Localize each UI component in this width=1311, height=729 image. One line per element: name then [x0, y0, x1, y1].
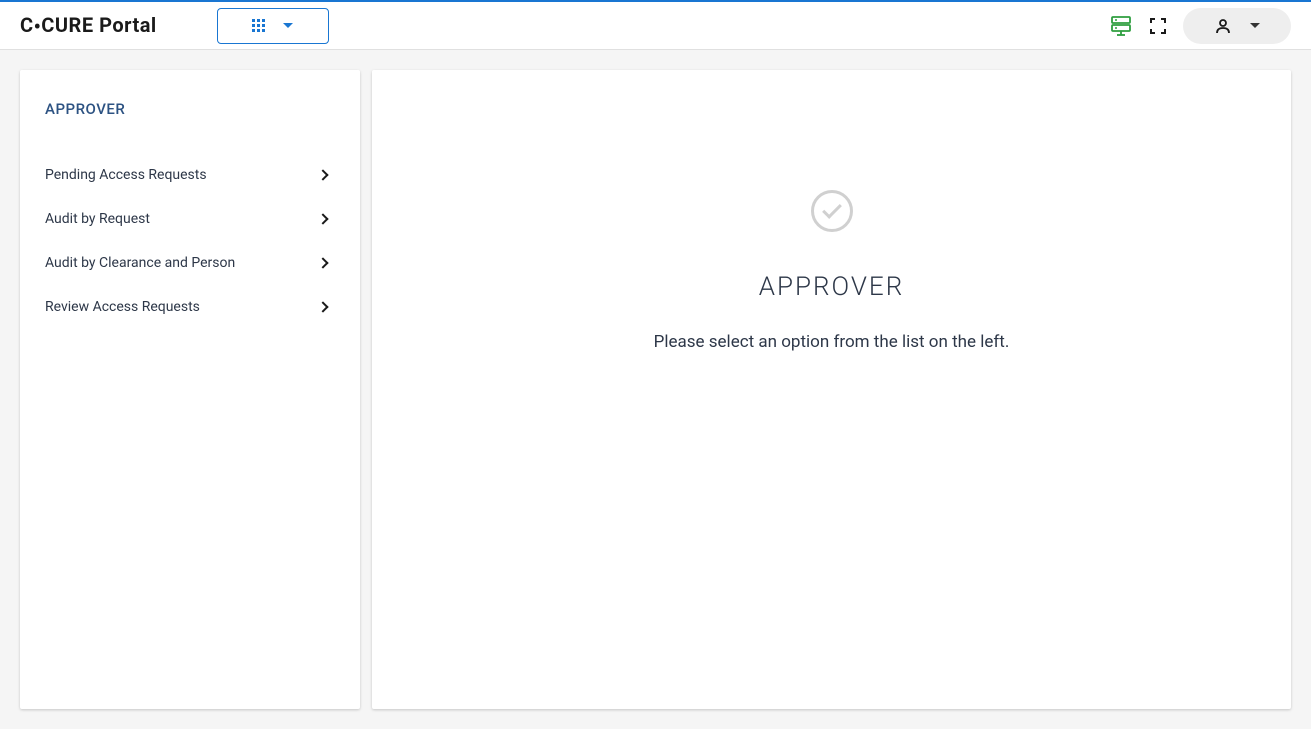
chevron-down-icon	[283, 23, 293, 28]
app-header: C•CURE Portal	[0, 0, 1311, 50]
apps-grid-icon	[252, 19, 265, 32]
sidebar-item-label: Audit by Request	[45, 211, 150, 227]
user-menu-dropdown[interactable]	[1183, 8, 1291, 44]
main-panel: APPROVER Please select an option from th…	[372, 70, 1291, 709]
header-right	[1111, 8, 1291, 44]
sidebar-item-audit-by-clearance-and-person[interactable]: Audit by Clearance and Person	[45, 241, 335, 285]
main-message: Please select an option from the list on…	[654, 332, 1010, 352]
check-circle-icon	[811, 190, 853, 232]
sidebar-item-label: Audit by Clearance and Person	[45, 255, 235, 271]
sidebar-item-review-access-requests[interactable]: Review Access Requests	[45, 285, 335, 329]
sidebar-item-label: Review Access Requests	[45, 299, 200, 315]
sidebar-item-pending-access-requests[interactable]: Pending Access Requests	[45, 153, 335, 197]
app-logo: C•CURE Portal	[20, 13, 157, 39]
fullscreen-icon[interactable]	[1149, 17, 1167, 35]
logo-post: CURE Portal	[41, 13, 156, 37]
content-area: APPROVER Pending Access Requests Audit b…	[0, 50, 1311, 729]
sidebar-panel: APPROVER Pending Access Requests Audit b…	[20, 70, 360, 709]
logo-pre: C	[20, 13, 34, 37]
checkmark-icon	[822, 199, 842, 219]
main-title: APPROVER	[759, 272, 904, 302]
header-left: C•CURE Portal	[20, 8, 329, 44]
sidebar-item-audit-by-request[interactable]: Audit by Request	[45, 197, 335, 241]
chevron-right-icon	[317, 301, 328, 312]
chevron-right-icon	[317, 213, 328, 224]
sidebar-title: APPROVER	[45, 100, 335, 118]
chevron-right-icon	[317, 257, 328, 268]
server-status-icon[interactable]	[1111, 16, 1133, 36]
sidebar-item-label: Pending Access Requests	[45, 167, 207, 183]
chevron-right-icon	[317, 169, 328, 180]
module-selector-dropdown[interactable]	[217, 8, 329, 44]
chevron-down-icon	[1250, 23, 1260, 28]
user-icon	[1214, 17, 1232, 35]
